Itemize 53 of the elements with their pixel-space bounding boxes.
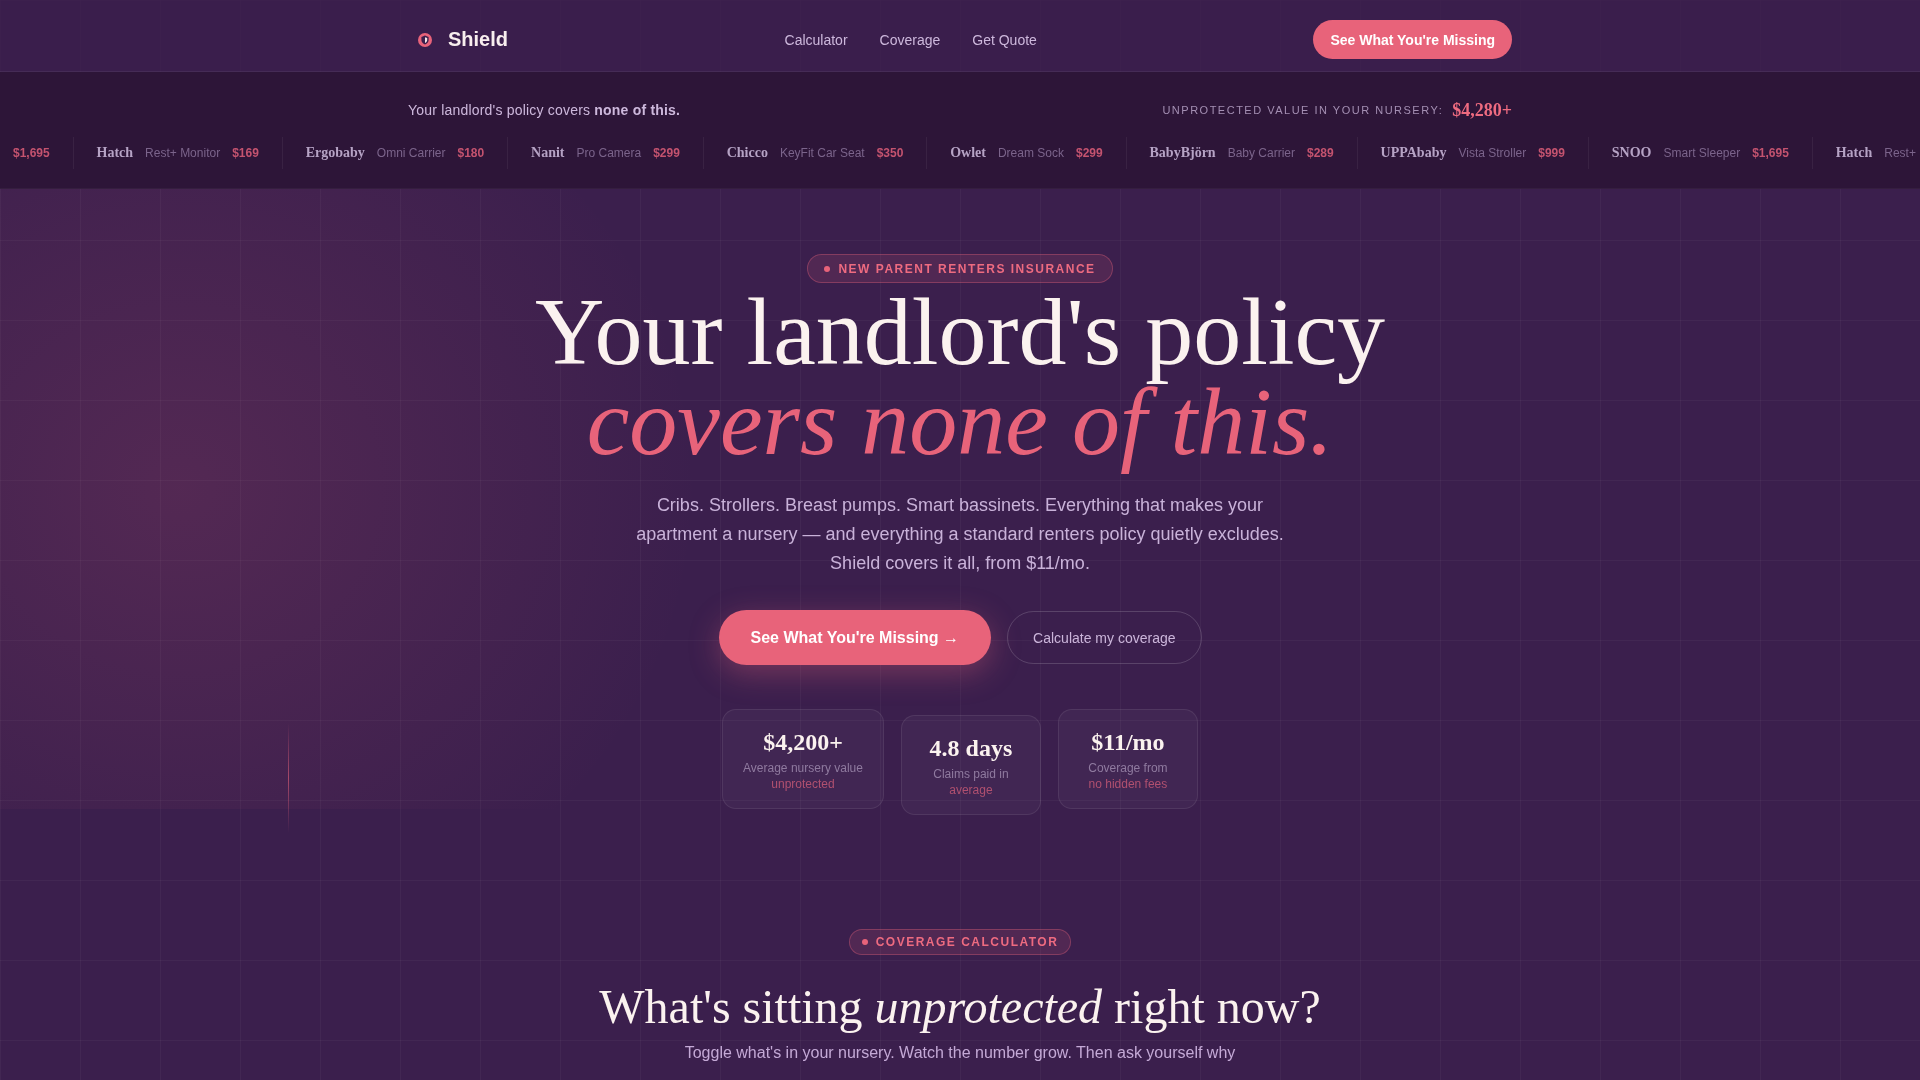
nav-link[interactable]: Get Quote [972,31,1037,48]
product-price: $289 [1307,146,1334,160]
stat-label: Average nursery value [743,760,863,776]
banner-message: Your landlord's policy covers none of this. [408,102,681,118]
dot-icon [824,265,831,272]
product-price: $1,695 [13,146,50,160]
product-name: Smart Sleeper [1663,146,1741,160]
product-brand: UPPAbaby [1380,145,1447,161]
stat-label: Claims paid in [932,766,1010,782]
nav-link[interactable]: Calculator [784,31,848,48]
stat-label: Coverage from [1087,760,1169,776]
product-brand: Hatch [1835,145,1873,161]
product-price: $299 [653,146,680,160]
product-name: Vista Stroller [1458,146,1527,160]
product-name: KeyFit Car Seat [779,146,865,160]
product-brand: Chicco [726,145,768,161]
product-price: $169 [232,146,259,160]
hero-title: Your landlord's policy [533,295,1387,385]
product-brand: Ergobaby [305,145,365,161]
stat-note: no hidden fees [1087,776,1169,792]
dot-icon [861,939,868,945]
brand-name[interactable]: Shield [448,28,508,51]
stat-note: unprotected [770,776,836,792]
product-brand: Hatch [96,145,134,161]
total-value: $4,280+ [1452,99,1512,121]
product-price: $350 [876,146,904,160]
product-brand: Owlet [950,145,986,161]
product-price: $1,695 [1752,146,1789,160]
stat-note: average [948,782,994,798]
product-name: Baby Carrier [1227,146,1295,160]
product-brand: Nanit [531,145,565,161]
product-name: Pro Camera [576,146,642,160]
section-title: What's sitting unprotected right now? [599,979,1321,1035]
product-name: Rest+ Monitor [145,146,221,160]
product-name: Omni Carrier [376,146,446,160]
product-price: $180 [457,146,485,160]
total-label: UNPROTECTED VALUE IN YOUR NURSERY: [1162,104,1444,116]
stat-value: $11/mo [1090,728,1166,757]
hero-title-emphasis: covers none of this. [585,385,1334,475]
badge-text: NEW PARENT RENTERS INSURANCE [838,261,1096,276]
badge-text: COVERAGE CALCULATOR [875,935,1059,949]
product-price: $299 [1076,146,1103,160]
stat-value: $4,200+ [762,728,844,757]
hero-description: Cribs. Strollers. Breast pumps. Smart bassinets. Everything that makes your apartment a nursery — and everything a standard renters policy quietly excludes. Shield covers it all, from $11/mo. [635,494,1285,575]
product-brand: SNOO [1611,145,1652,161]
section-subtitle: Toggle what's in your nursery. Watch the number grow. Then ask yourself why [684,1043,1236,1062]
stat-value: 4.8 days [928,734,1014,763]
product-name: Dream Sock [997,146,1064,160]
nav-link[interactable]: Coverage [879,31,941,48]
product-price: $999 [1538,146,1565,160]
product-name: Rest+ [1884,146,1916,160]
logo-icon [418,32,432,47]
product-brand: BabyBjörn [1149,145,1216,161]
